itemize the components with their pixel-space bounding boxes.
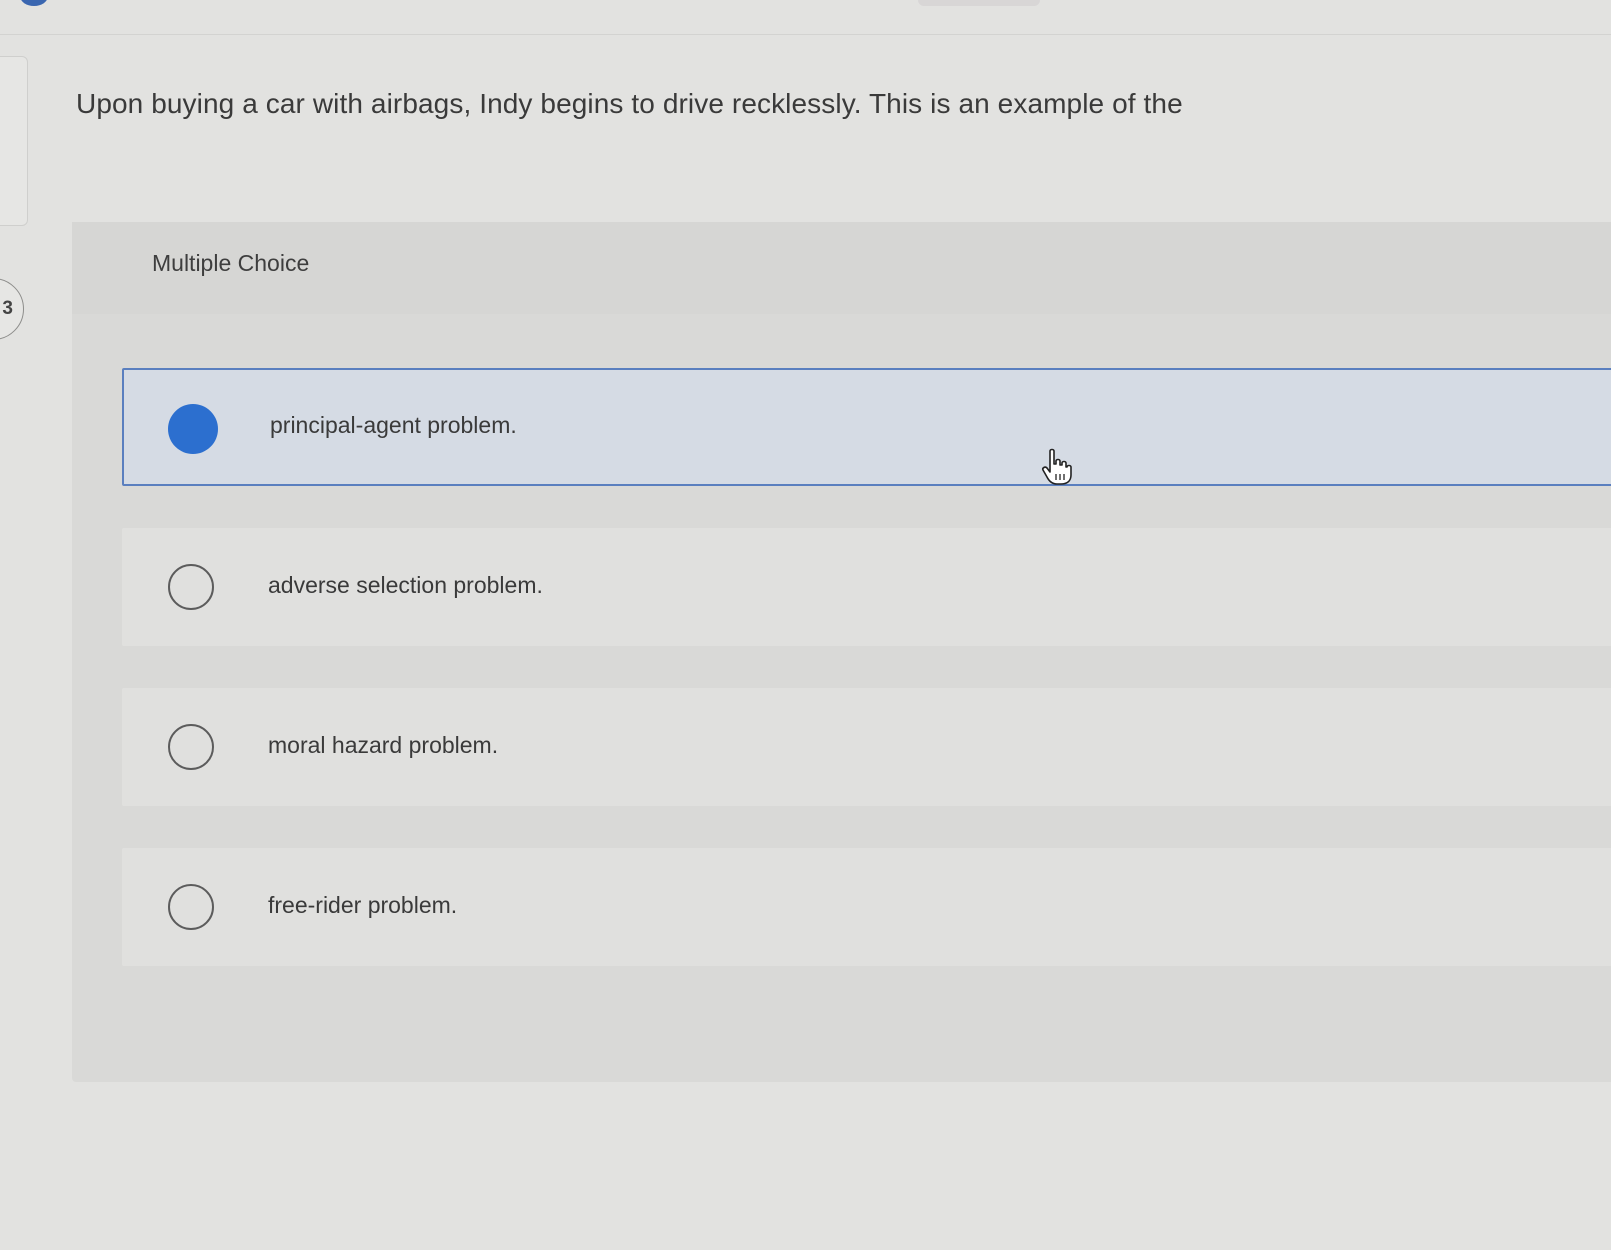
answer-option-4[interactable]: free-rider problem. <box>122 848 1611 966</box>
answer-option-label: moral hazard problem. <box>268 732 499 758</box>
question-type-label: Multiple Choice <box>152 250 310 276</box>
question-number-badge[interactable]: 3 <box>0 278 24 340</box>
answer-option-label: free-rider problem. <box>268 892 458 918</box>
question-prompt: Upon buying a car with airbags, Indy beg… <box>76 88 1183 119</box>
top-left-indicator <box>20 0 48 6</box>
answer-panel: Multiple Choice principal-agent problem.… <box>72 222 1611 1082</box>
side-panel <box>0 56 28 226</box>
radio-button[interactable] <box>168 884 214 930</box>
answer-option-2[interactable]: adverse selection problem. <box>122 528 1611 646</box>
answer-option-label: principal-agent problem. <box>270 412 517 438</box>
radio-button-selected[interactable] <box>168 404 218 454</box>
answer-option-3[interactable]: moral hazard problem. <box>122 688 1611 806</box>
answer-option-1[interactable]: principal-agent problem. <box>122 368 1611 486</box>
hand-pointer-icon <box>1042 448 1072 485</box>
top-divider <box>0 34 1611 35</box>
top-tab <box>918 0 1040 6</box>
question-type-header: Multiple Choice <box>72 222 1611 314</box>
radio-button[interactable] <box>168 724 214 770</box>
radio-button[interactable] <box>168 564 214 610</box>
answer-option-label: adverse selection problem. <box>268 572 543 598</box>
